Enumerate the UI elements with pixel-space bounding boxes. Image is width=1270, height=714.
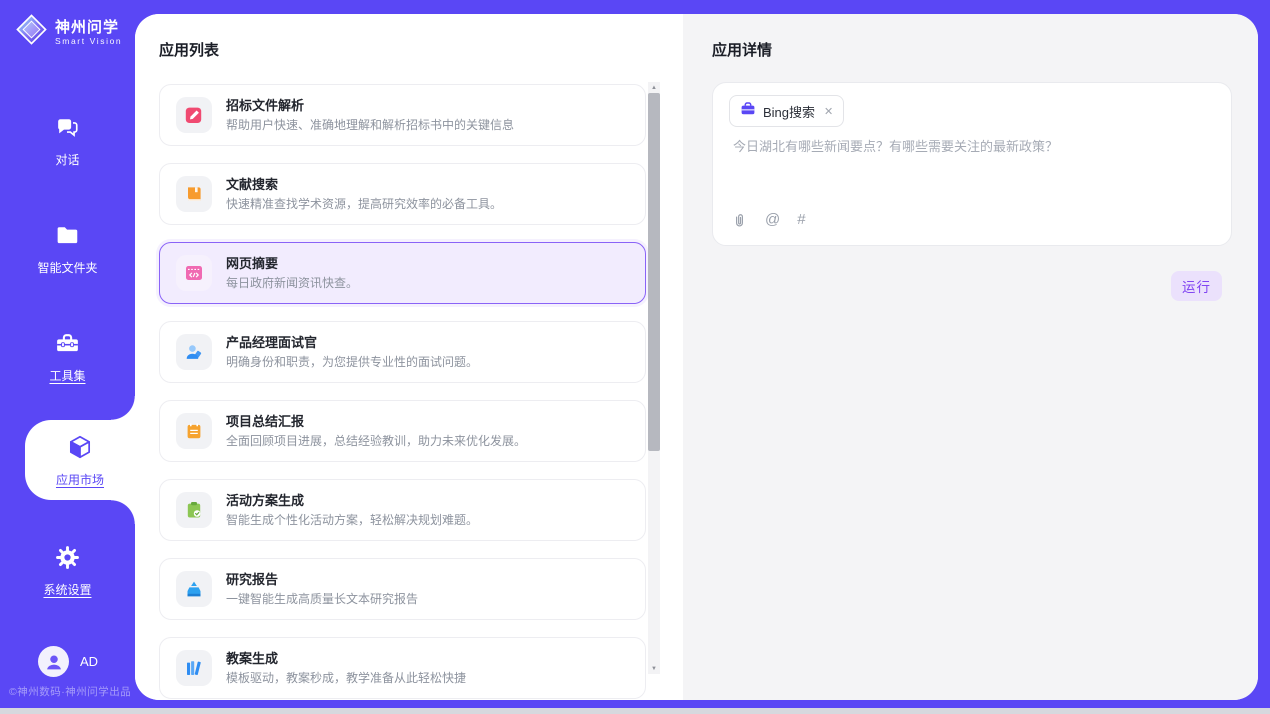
sidebar: 神州问学 Smart Vision 对话 智能文件夹: [0, 0, 135, 708]
hashtag-icon[interactable]: #: [797, 211, 805, 229]
edit-document-icon: [176, 97, 212, 133]
app-card-pm-interviewer[interactable]: 产品经理面试官 明确身份和职责，为您提供专业性的面试问题。: [159, 321, 646, 383]
notepad-icon: [176, 413, 212, 449]
app-card-event-plan[interactable]: 活动方案生成 智能生成个性化活动方案，轻松解决规划难题。: [159, 479, 646, 541]
app-card-name: 教案生成: [226, 650, 466, 667]
app-card-name: 招标文件解析: [226, 97, 514, 114]
gear-icon: [54, 544, 81, 576]
app-card-desc: 智能生成个性化活动方案，轻松解决规划难题。: [226, 512, 478, 528]
app-card-desc: 快速精准查找学术资源，提高研究效率的必备工具。: [226, 196, 502, 212]
app-card-web-summary[interactable]: 网页摘要 每日政府新闻资讯快查。: [159, 242, 646, 304]
briefcase-icon: [740, 101, 756, 122]
brand-logo: 神州问学 Smart Vision: [16, 14, 122, 50]
query-input[interactable]: 今日湖北有哪些新闻要点？有哪些需要关注的最新政策？: [733, 138, 1213, 156]
tool-chip-label: Bing搜索: [763, 102, 815, 121]
diamond-logo-icon: [16, 14, 47, 50]
sidebar-item-settings[interactable]: 系统设置: [0, 544, 135, 598]
toolbox-icon: [54, 330, 81, 362]
app-card-bid-analysis[interactable]: 招标文件解析 帮助用户快速、准确地理解和解析招标书中的关键信息: [159, 84, 646, 146]
app-card-name: 项目总结汇报: [226, 413, 526, 430]
ink-report-icon: [176, 571, 212, 607]
sidebar-item-toolbox[interactable]: 工具集: [0, 330, 135, 384]
books-icon: [176, 650, 212, 686]
app-card-desc: 全面回顾项目进展，总结经验教训，助力未来优化发展。: [226, 433, 526, 449]
folder-icon: [54, 222, 81, 254]
app-card-desc: 帮助用户快速、准确地理解和解析招标书中的关键信息: [226, 117, 514, 133]
app-detail-title: 应用详情: [712, 40, 1258, 62]
close-icon[interactable]: ✕: [824, 105, 833, 118]
app-card-research-report[interactable]: 研究报告 一键智能生成高质量长文本研究报告: [159, 558, 646, 620]
app-card-name: 网页摘要: [226, 255, 358, 272]
scrollbar-thumb[interactable]: [648, 93, 660, 451]
app-card-name: 文献搜索: [226, 176, 502, 193]
chat-icon: [54, 114, 81, 146]
app-canvas: 神州问学 Smart Vision 对话 智能文件夹: [0, 0, 1270, 708]
tool-chip-bing-search[interactable]: Bing搜索 ✕: [729, 95, 844, 127]
main-container: 应用列表 招标文件解析 帮助用户快速、准确地理解和解析招标书中的关键信息: [135, 14, 1258, 700]
app-list-panel: 应用列表 招标文件解析 帮助用户快速、准确地理解和解析招标书中的关键信息: [135, 14, 683, 700]
interviewer-icon: [176, 334, 212, 370]
user-account[interactable]: AD: [38, 646, 98, 677]
sidebar-item-label: 智能文件夹: [37, 259, 97, 276]
app-card-literature-search[interactable]: 文献搜索 快速精准查找学术资源，提高研究效率的必备工具。: [159, 163, 646, 225]
book-icon: [176, 176, 212, 212]
sidebar-item-app-market[interactable]: 应用市场: [25, 420, 135, 500]
list-scrollbar[interactable]: ▲ ▼: [648, 82, 660, 674]
app-card-lesson-plan[interactable]: 教案生成 模板驱动，教案秒成，教学准备从此轻松快捷: [159, 637, 646, 699]
prompt-input-card[interactable]: Bing搜索 ✕ 今日湖北有哪些新闻要点？有哪些需要关注的最新政策？ @ #: [712, 82, 1232, 246]
avatar: [38, 646, 69, 677]
sidebar-item-label: 工具集: [49, 367, 85, 384]
user-name: AD: [80, 654, 98, 669]
scroll-down-icon[interactable]: ▼: [648, 663, 660, 674]
sidebar-item-chat[interactable]: 对话: [0, 114, 135, 168]
app-card-desc: 模板驱动，教案秒成，教学准备从此轻松快捷: [226, 670, 466, 686]
scroll-up-icon[interactable]: ▲: [648, 82, 660, 93]
sidebar-item-smart-folder[interactable]: 智能文件夹: [0, 222, 135, 276]
input-toolbar: @ #: [731, 211, 806, 229]
app-list: 招标文件解析 帮助用户快速、准确地理解和解析招标书中的关键信息 文献搜索: [159, 84, 646, 699]
app-list-title: 应用列表: [159, 40, 683, 62]
paperclip-icon[interactable]: [731, 212, 748, 229]
sidebar-item-label: 应用市场: [56, 471, 104, 488]
clipboard-check-icon: [176, 492, 212, 528]
app-card-desc: 明确身份和职责，为您提供专业性的面试问题。: [226, 354, 478, 370]
cube-icon: [66, 433, 94, 466]
brand-name: 神州问学: [55, 19, 122, 36]
mention-icon[interactable]: @: [765, 211, 780, 229]
app-card-desc: 一键智能生成高质量长文本研究报告: [226, 591, 418, 607]
app-card-name: 研究报告: [226, 571, 418, 588]
sidebar-item-label: 系统设置: [43, 581, 91, 598]
copyright-text: ©神州数码·神州问学出品: [9, 684, 131, 699]
sidebar-item-label: 对话: [55, 151, 79, 168]
app-card-name: 活动方案生成: [226, 492, 478, 509]
app-card-project-summary[interactable]: 项目总结汇报 全面回顾项目进展，总结经验教训，助力未来优化发展。: [159, 400, 646, 462]
brand-tagline: Smart Vision: [55, 36, 122, 46]
app-card-name: 产品经理面试官: [226, 334, 478, 351]
webpage-code-icon: [176, 255, 212, 291]
app-detail-panel: 应用详情 Bing搜索 ✕ 今日湖北有哪些新闻要点？有哪些需要关注的最新政策？: [683, 14, 1258, 700]
app-card-desc: 每日政府新闻资讯快查。: [226, 275, 358, 291]
run-button[interactable]: 运行: [1171, 271, 1222, 301]
